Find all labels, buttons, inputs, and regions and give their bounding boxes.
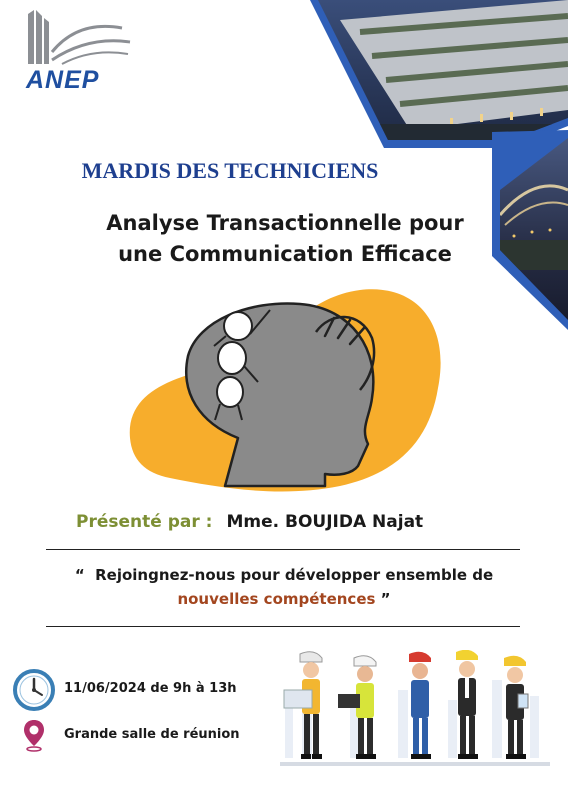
worker-figure xyxy=(409,651,431,759)
invitation-quote: “ Rejoingnez-nous pour développer ensemb… xyxy=(50,563,518,611)
worker-figure xyxy=(456,650,478,759)
logo-text: ANEP xyxy=(26,66,100,94)
page-title: Analyse Transactionnelle pour une Commun… xyxy=(60,208,510,270)
presenter-label: Présenté par : xyxy=(76,512,213,532)
quote-text: Rejoingnez-nous pour développer ensemble… xyxy=(95,566,494,584)
worker-figure xyxy=(504,655,529,759)
divider-top xyxy=(46,549,520,550)
presenter-name: Mme. BOUJIDA Najat xyxy=(226,512,424,532)
event-date: 11/06/2024 de 9h à 13h xyxy=(64,681,237,696)
series-title: MARDIS DES TECHNICIENS xyxy=(81,158,379,183)
title-line-1: Analyse Transactionnelle pour xyxy=(106,211,464,235)
clock-icon xyxy=(13,669,55,711)
quote-line-2: nouvelles compétences ” xyxy=(50,587,518,611)
title-line-2: une Communication Efficace xyxy=(118,242,452,266)
head-illustration xyxy=(129,289,441,492)
quote-close: ” xyxy=(380,590,391,608)
workers-illustration xyxy=(280,650,550,766)
event-location: Grande salle de réunion xyxy=(64,727,240,742)
quote-open: “ xyxy=(74,566,85,584)
quote-highlight: nouvelles compétences xyxy=(177,590,376,608)
location-pin-icon xyxy=(24,720,44,752)
presenter-line: Présenté par : Mme. BOUJIDA Najat xyxy=(76,512,423,532)
quote-line-1: “ Rejoingnez-nous pour développer ensemb… xyxy=(50,563,518,587)
divider-bottom xyxy=(46,626,520,627)
